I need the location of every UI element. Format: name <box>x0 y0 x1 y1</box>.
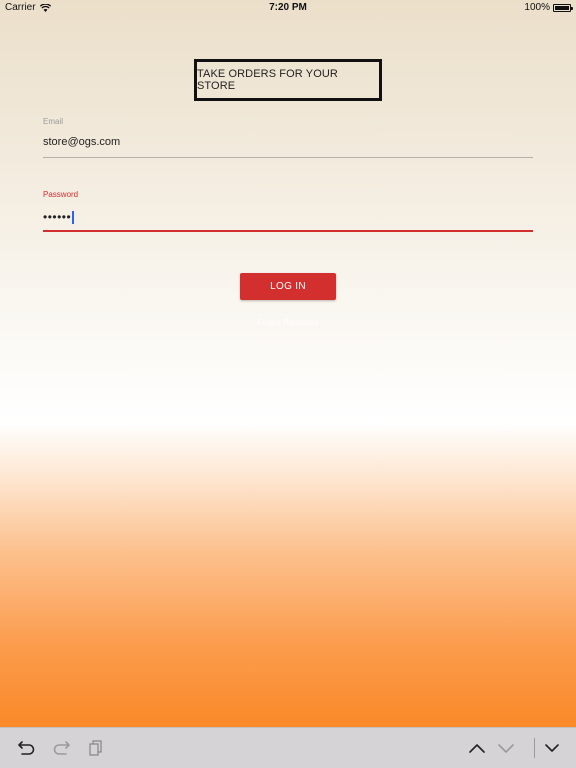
undo-button[interactable] <box>14 736 40 760</box>
redo-icon <box>53 741 70 755</box>
keyboard-toolbar <box>0 727 576 768</box>
status-time: 7:20 PM <box>269 2 307 13</box>
toolbar-separator <box>534 738 535 758</box>
chevron-up-icon <box>469 744 485 753</box>
email-underline <box>43 157 533 158</box>
battery-fill <box>555 5 569 10</box>
password-dots: •••••• <box>43 210 72 224</box>
battery-icon <box>553 3 573 12</box>
password-label: Password <box>43 190 79 199</box>
redo-button[interactable] <box>48 736 74 760</box>
email-field[interactable]: Email store@ogs.com <box>43 117 533 158</box>
battery-status: 100% <box>524 2 573 13</box>
login-button[interactable]: LOG IN <box>240 273 336 300</box>
previous-field-button[interactable] <box>464 736 490 760</box>
status-bar: Carrier 7:20 PM 100% <box>0 0 576 16</box>
next-field-button[interactable] <box>493 736 519 760</box>
email-label: Email <box>43 117 64 126</box>
password-underline <box>43 230 533 232</box>
text-caret <box>72 210 74 224</box>
chevron-down-icon <box>498 744 514 753</box>
undo-icon <box>18 741 35 755</box>
battery-percent: 100% <box>524 2 550 13</box>
email-input[interactable]: store@ogs.com <box>43 136 533 152</box>
dismiss-keyboard-icon <box>545 744 559 752</box>
password-input[interactable]: •••••• <box>43 209 533 225</box>
page-title: TAKE ORDERS FOR YOUR STORE <box>194 59 382 101</box>
password-field[interactable]: Password •••••• <box>43 190 533 232</box>
page-title-text: TAKE ORDERS FOR YOUR STORE <box>197 68 338 92</box>
forgot-password-link[interactable]: Forgot Password <box>0 318 576 327</box>
dismiss-keyboard-button[interactable] <box>539 736 565 760</box>
paste-icon <box>89 740 102 756</box>
paste-button[interactable] <box>83 736 109 760</box>
